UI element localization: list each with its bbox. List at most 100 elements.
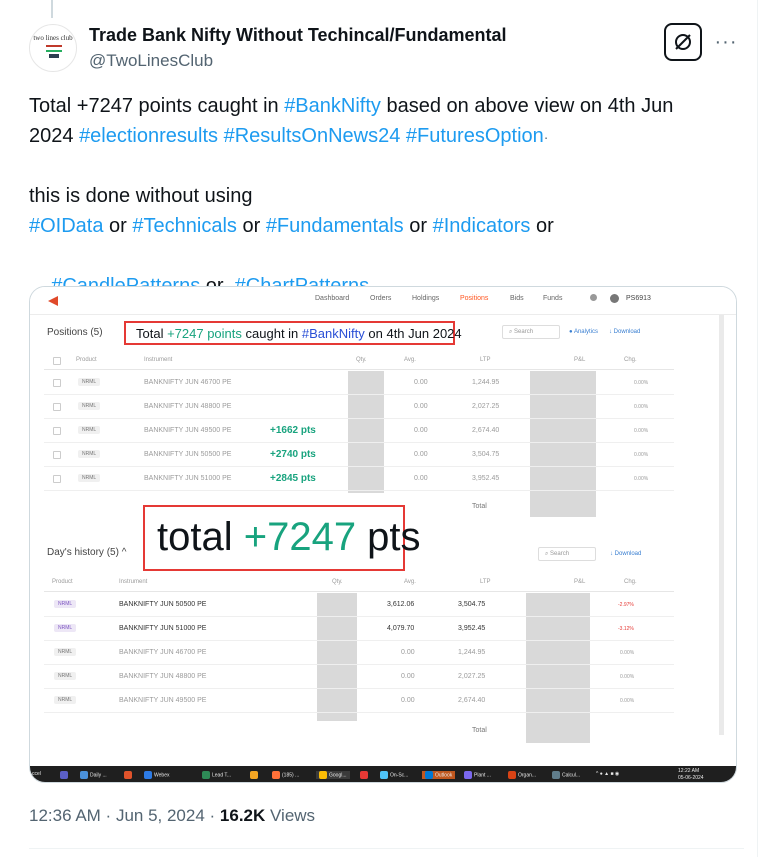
chg-value: 0.00%: [634, 476, 649, 482]
tweet-line-5: #CandlePatterns or #ChartPatterns: [29, 241, 744, 297]
chg-value: 0.00%: [620, 698, 635, 704]
annotation-text: caught in: [241, 326, 302, 341]
header-ltp: LTP: [480, 357, 491, 363]
author-handle[interactable]: @TwoLinesClub: [89, 51, 213, 71]
hashtag-link[interactable]: #ResultsOnNews24: [224, 125, 401, 147]
hashtag-link[interactable]: #Fundamentals: [266, 215, 404, 237]
avg-price: 4,079.70: [387, 625, 415, 632]
scrollbar: [719, 315, 724, 735]
product-badge: NRML: [54, 696, 77, 704]
chg-value: 0.00%: [634, 428, 649, 434]
avg-price: 0.00: [401, 649, 415, 656]
search-placeholder: Search: [550, 551, 570, 557]
product-badge: NRML: [54, 600, 77, 608]
product-badge: NRML: [54, 672, 77, 680]
taskbar-label: (185) ...: [282, 772, 300, 779]
taskbar-label: Calcul...: [562, 772, 581, 779]
download-label: Download: [613, 329, 641, 335]
tweet-text-segment: or: [403, 215, 433, 237]
grok-button[interactable]: [664, 23, 702, 61]
instrument-name: BANKNIFTY JUN 46700 PE: [119, 649, 207, 656]
clock-time: 12:22 AM: [678, 768, 700, 774]
product-badge: NRML: [78, 378, 101, 386]
author-avatar[interactable]: two lines club: [29, 24, 77, 72]
column-border: [757, 0, 758, 857]
product-badge: NRML: [78, 402, 101, 410]
annotation-total-points: Total +7247 points caught in #BankNifty …: [124, 321, 462, 345]
author-name[interactable]: Trade Bank Nifty Without Techincal/Funda…: [89, 25, 507, 46]
header-product: Product: [76, 357, 97, 363]
teams-icon: [60, 771, 70, 779]
history-row: NRML BANKNIFTY JUN 48800 PE 0.00 2,027.2…: [44, 665, 674, 689]
taskbar-item: (185) ...: [272, 771, 299, 779]
avg-price: 0.00: [414, 403, 428, 410]
header-qty: Qty.: [332, 579, 343, 585]
history-panel: Day's history (5) ^ ⌕ Search ↓ Download …: [44, 537, 674, 747]
tweet-time[interactable]: 12:36 AM: [29, 806, 101, 825]
chg-value: 0.00%: [634, 404, 649, 410]
header-instrument: Instrument: [144, 357, 173, 363]
chg-value: 0.00%: [634, 380, 649, 386]
product-badge: NRML: [78, 450, 101, 458]
tweet-text-segment: or: [236, 215, 266, 237]
hashtag-link[interactable]: #FuturesOption: [406, 125, 544, 147]
tweet-metadata: 12:36 AM · Jun 5, 2024 · 16.2K Views: [29, 806, 316, 825]
history-search: ⌕ Search: [538, 547, 596, 561]
ltp-value: 3,504.75: [458, 601, 486, 608]
kite-top-bar: Dashboard Orders Holdings Positions Bids…: [30, 287, 736, 315]
ltp-value: 2,674.40: [472, 427, 500, 434]
taskbar-item: ccel: [32, 771, 41, 777]
nav-bids: Bids: [510, 295, 524, 302]
separator-dot: ·: [543, 129, 549, 145]
avg-price: 0.00: [414, 379, 428, 386]
taskbar-label: Lead T...: [212, 772, 232, 779]
search-placeholder: Search: [514, 329, 534, 335]
annotation-points: +7247 points: [167, 326, 242, 341]
history-total-label: Total: [472, 727, 487, 734]
ltp-value: 3,504.75: [472, 451, 500, 458]
header-qty: Qty.: [356, 357, 367, 363]
taskbar-item: Googl...: [316, 771, 350, 779]
ltp-value: 2,674.40: [458, 697, 486, 704]
taskbar-clock: 12:22 AM 05-06-2024: [678, 768, 704, 782]
hashtag-link[interactable]: #Indicators: [433, 215, 531, 237]
taskbar-item: [250, 771, 260, 779]
taskbar-item: Plant ...: [464, 771, 491, 779]
nav-orders: Orders: [370, 295, 392, 302]
taskbar-label: Daily ...: [90, 772, 107, 779]
chg-value: 0.00%: [620, 674, 635, 680]
taskbar-item: Lead T...: [202, 771, 231, 779]
header-product: Product: [52, 579, 73, 585]
instrument-name: BANKNIFTY JUN 50500 PE: [119, 601, 207, 608]
position-row: NRML BANKNIFTY JUN 51000 PE +2845 pts 0.…: [44, 467, 674, 491]
positions-title: Positions (5): [47, 327, 103, 338]
hashtag-link[interactable]: #electionresults: [79, 125, 218, 147]
instrument-name: BANKNIFTY JUN 48800 PE: [119, 673, 207, 680]
product-badge: NRML: [54, 648, 77, 656]
hashtag-link[interactable]: #OIData: [29, 215, 103, 237]
instrument-name: BANKNIFTY JUN 51000 PE: [144, 475, 232, 482]
nav-dashboard: Dashboard: [315, 295, 350, 302]
more-options-button[interactable]: ···: [712, 28, 740, 56]
hashtag-link[interactable]: #Technicals: [132, 215, 237, 237]
tweet-text-segment: 2024: [29, 125, 80, 147]
header-avg: Avg.: [404, 357, 416, 363]
analytics-link: ● Analytics: [569, 329, 598, 335]
taskbar-item: Daily ...: [80, 771, 107, 779]
header-pnl: P&L: [574, 579, 586, 585]
taskbar-label: Plant ...: [474, 772, 491, 779]
history-row: NRML BANKNIFTY JUN 49500 PE 0.00 2,674.4…: [44, 689, 674, 713]
tweet-date[interactable]: Jun 5, 2024: [116, 806, 205, 825]
row-checkbox: [53, 451, 61, 459]
tweet-line-1: Total +7247 points caught in #BankNifty …: [29, 91, 744, 121]
bell-icon: [590, 294, 597, 301]
tweet-text: Total +7247 points caught in #BankNifty …: [29, 91, 744, 297]
attached-image[interactable]: Dashboard Orders Holdings Positions Bids…: [29, 286, 737, 783]
ltp-value: 3,952.45: [458, 625, 486, 632]
position-row: NRML BANKNIFTY JUN 46700 PE 0.00 1,244.9…: [44, 371, 674, 395]
history-row: NRML BANKNIFTY JUN 50500 PE 3,612.06 3,5…: [44, 593, 674, 617]
instrument-name: BANKNIFTY JUN 46700 PE: [144, 379, 232, 386]
hashtag-link[interactable]: #BankNifty: [284, 95, 381, 117]
views-label: Views: [270, 806, 316, 825]
